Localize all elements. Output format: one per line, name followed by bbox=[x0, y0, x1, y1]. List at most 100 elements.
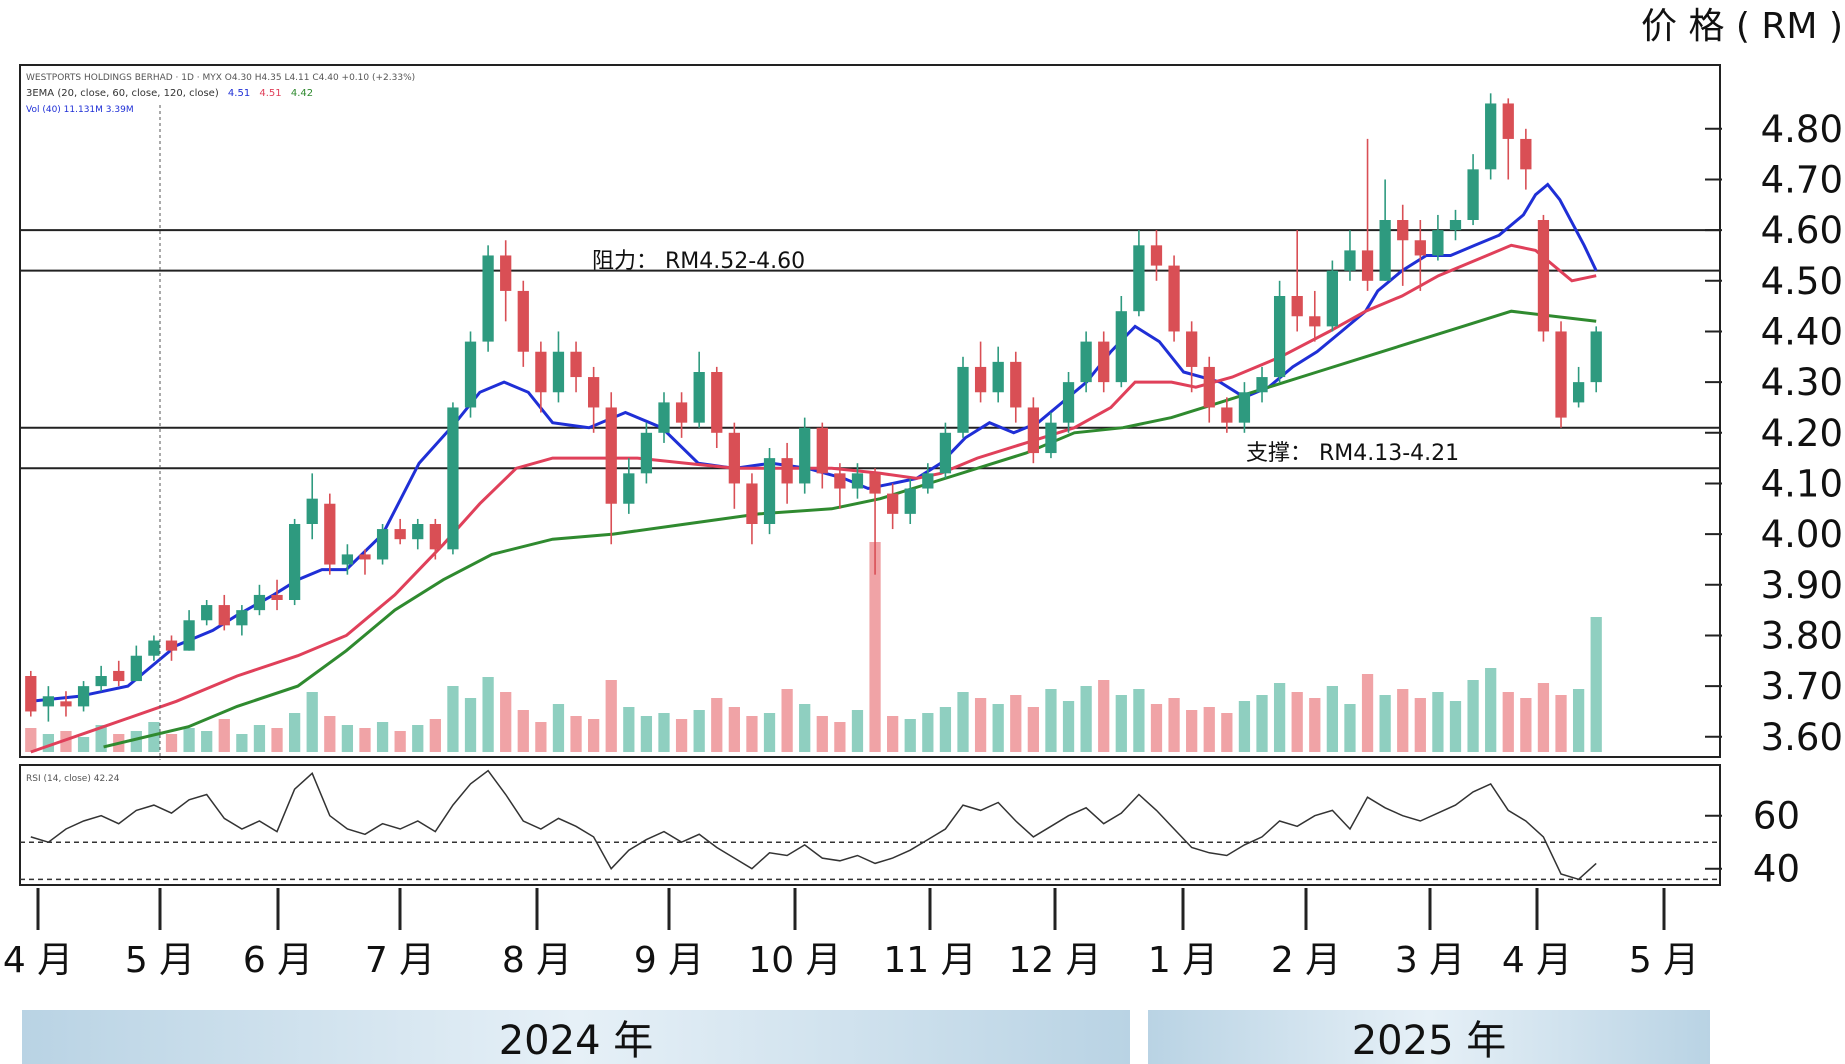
candle-body bbox=[341, 554, 354, 565]
candle-body bbox=[1291, 296, 1303, 317]
candle-body bbox=[253, 594, 266, 611]
candle-body bbox=[623, 473, 635, 504]
volume-bar bbox=[974, 698, 987, 752]
volume-bar bbox=[359, 728, 371, 752]
volume-bar bbox=[728, 707, 740, 752]
volume-bar bbox=[1572, 689, 1585, 752]
chart-header-line-2: 3EMA (20, close, 60, close, 120, close) … bbox=[26, 88, 313, 99]
volume-bar bbox=[904, 719, 916, 752]
rsi-tick-label: 40 bbox=[1753, 848, 1800, 891]
volume-bar bbox=[1344, 704, 1356, 752]
volume-bar bbox=[570, 716, 582, 752]
month-label: 11 月 bbox=[883, 940, 976, 981]
volume-bar bbox=[1010, 695, 1022, 752]
month-label: 10 月 bbox=[748, 940, 841, 981]
volume-bar bbox=[1115, 695, 1127, 752]
price-tick-labels: 4.80 4.70 4.60 4.50 4.40 4.30 4.20 4.10 4.00 3.90… bbox=[1705, 108, 1843, 759]
volume-bar bbox=[1238, 701, 1251, 752]
volume-bar bbox=[482, 677, 494, 752]
price-tick-label: 4.50 bbox=[1761, 260, 1843, 303]
volume-bar bbox=[500, 692, 512, 752]
candle-body bbox=[711, 372, 723, 433]
volume-bar bbox=[711, 698, 723, 752]
month-label: 2 月 bbox=[1271, 940, 1341, 981]
candle-body bbox=[1133, 245, 1145, 312]
volume-bar bbox=[1379, 695, 1391, 752]
month-label: 1 月 bbox=[1148, 940, 1218, 981]
price-tick-label: 4.10 bbox=[1761, 462, 1843, 505]
candle-body bbox=[675, 402, 688, 423]
candle-body bbox=[957, 366, 969, 433]
candle-body bbox=[25, 676, 37, 712]
candle-body bbox=[482, 255, 494, 342]
volume-bar bbox=[1449, 701, 1462, 752]
month-label: 4 月 bbox=[3, 940, 73, 981]
volume-bar bbox=[1590, 617, 1602, 752]
volume-bar bbox=[288, 713, 301, 752]
volume-bar bbox=[218, 719, 230, 752]
candle-body bbox=[887, 493, 899, 514]
candle-body bbox=[306, 498, 318, 524]
candle-body bbox=[236, 610, 248, 626]
candle-body bbox=[1379, 220, 1391, 281]
candle-body bbox=[728, 432, 740, 484]
candle-body bbox=[130, 655, 142, 682]
month-axis: 4 月 5 月 6 月 7 月 8 月 9 月 10 月 11 月 12 月 1 月 2 月 3 月 4… bbox=[3, 888, 1699, 981]
candle-body bbox=[1361, 250, 1374, 281]
candle-body bbox=[1485, 103, 1497, 170]
month-label: 6 月 bbox=[243, 940, 313, 981]
volume-bar bbox=[535, 722, 547, 752]
candle-body bbox=[1590, 331, 1602, 383]
candle-body bbox=[939, 432, 952, 474]
candle-body bbox=[799, 427, 811, 484]
volume-bar bbox=[165, 734, 178, 752]
candle-body bbox=[746, 483, 758, 524]
volume-bar bbox=[799, 704, 811, 752]
price-tick-label: 4.00 bbox=[1761, 513, 1843, 556]
candle-body bbox=[1397, 220, 1409, 241]
candle-body bbox=[1186, 331, 1198, 367]
volume-bar bbox=[25, 728, 37, 752]
volume-bar bbox=[623, 707, 635, 752]
rsi-panel-frame bbox=[19, 764, 1721, 886]
volume-bar bbox=[201, 731, 213, 752]
candle-body bbox=[1309, 316, 1321, 327]
candle-body bbox=[1010, 361, 1022, 408]
volume-bar bbox=[675, 719, 688, 752]
volume-bar bbox=[412, 725, 424, 752]
resistance-label: 阻力： RM4.52-4.60 bbox=[592, 249, 805, 274]
volume-bar bbox=[763, 713, 776, 752]
volume-bar bbox=[253, 725, 266, 752]
candle-body bbox=[1062, 382, 1075, 423]
candle-body bbox=[851, 473, 864, 489]
rsi-header: RSI (14, close) 42.24 bbox=[26, 774, 120, 784]
candle-body bbox=[288, 524, 301, 600]
candle-body bbox=[1150, 245, 1163, 266]
volume-bar bbox=[1203, 707, 1215, 752]
candle-body bbox=[1080, 341, 1092, 383]
y-axis-title: 价 格 ( RM ) bbox=[1641, 6, 1843, 47]
volume-bar bbox=[1555, 695, 1567, 752]
rsi-tick-label: 60 bbox=[1753, 795, 1800, 838]
price-tick-label: 3.80 bbox=[1761, 614, 1843, 657]
candle-body bbox=[500, 255, 512, 291]
candle-body bbox=[552, 351, 565, 393]
candle-body bbox=[1572, 382, 1585, 403]
volume-bar bbox=[1414, 698, 1426, 752]
volume-bar bbox=[1045, 689, 1057, 752]
volume-bar bbox=[605, 680, 617, 752]
candle-body bbox=[42, 696, 55, 707]
volume-bar bbox=[816, 716, 828, 752]
candle-body bbox=[1256, 377, 1268, 393]
month-label: 5 月 bbox=[125, 940, 195, 981]
price-tick-label: 4.40 bbox=[1761, 310, 1843, 353]
candle-body bbox=[324, 503, 336, 565]
price-tick-label: 4.20 bbox=[1761, 412, 1843, 455]
candle-body bbox=[763, 458, 776, 524]
candle-body bbox=[1168, 265, 1180, 332]
volume-bar bbox=[1361, 674, 1374, 752]
volume-bar bbox=[1485, 668, 1497, 752]
price-tick-label: 3.60 bbox=[1761, 716, 1843, 759]
month-label: 7 月 bbox=[365, 940, 435, 981]
candle-body bbox=[60, 701, 72, 707]
